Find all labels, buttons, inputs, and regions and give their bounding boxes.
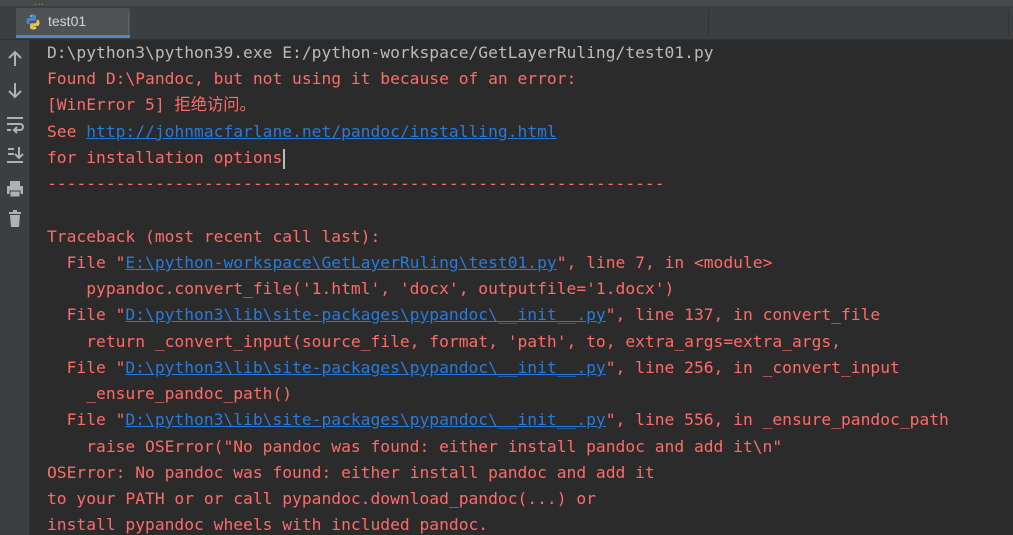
frame-prefix: File " (47, 358, 126, 377)
command-line: D:\python3\python39.exe E:/python-worksp… (47, 43, 714, 62)
print-icon[interactable] (4, 178, 26, 200)
winerror-line: [WinError 5] 拒绝访问。 (47, 95, 256, 114)
scroll-to-end-icon[interactable] (4, 144, 26, 166)
options-text: for installation options (47, 148, 283, 167)
frame-prefix: File " (47, 253, 126, 272)
tabbar-divider (708, 10, 709, 36)
editor-tab-bar: ... test01 (0, 0, 1013, 40)
frame-suffix: ", line 7, in <module> (556, 253, 773, 272)
traceback-header: Traceback (most recent call last): (47, 227, 381, 246)
tab-test01[interactable]: test01 (16, 8, 130, 38)
frame-suffix: ", line 556, in _ensure_pandoc_path (605, 410, 949, 429)
active-tab-indicator (16, 35, 130, 38)
traceback-code: _ensure_pandoc_path() (47, 384, 293, 403)
pandoc-found-error: Found D:\Pandoc, but not using it becaus… (47, 69, 577, 88)
tab-label: test01 (48, 13, 87, 29)
frame-prefix: File " (47, 305, 126, 324)
installation-options-line: for installation options (47, 145, 286, 171)
pandoc-install-link[interactable]: http://johnmacfarlane.net/pandoc/install… (86, 122, 557, 141)
traceback-code: raise OSError("No pandoc was found: eith… (47, 437, 783, 456)
tab-separator (128, 14, 129, 34)
oserror-line: OSError: No pandoc was found: either ins… (47, 463, 655, 482)
scroll-up-icon[interactable] (4, 48, 26, 70)
background-window-title: ... (34, 0, 45, 8)
tabbar-divider (1008, 10, 1009, 36)
clear-all-icon[interactable] (4, 208, 26, 230)
traceback-frame: File "D:\python3\lib\site-packages\pypan… (47, 355, 900, 381)
dash-separator: ----------------------------------------… (47, 174, 665, 193)
frame-suffix: ", line 137, in convert_file (605, 305, 881, 324)
frame-suffix: ", line 256, in _convert_input (605, 358, 900, 377)
oserror-line: to your PATH or or call pypandoc.downloa… (47, 489, 596, 508)
file-link[interactable]: E:\python-workspace\GetLayerRuling\test0… (125, 253, 556, 272)
run-toolbar (0, 40, 30, 535)
traceback-frame: File "D:\python3\lib\site-packages\pypan… (47, 407, 949, 433)
text-caret (283, 148, 286, 169)
see-line: See http://johnmacfarlane.net/pandoc/ins… (47, 119, 557, 145)
oserror-line: install pypandoc wheels with included pa… (47, 515, 489, 534)
python-icon (26, 14, 40, 30)
file-link[interactable]: D:\python3\lib\site-packages\pypandoc\__… (125, 305, 605, 324)
see-prefix: See (47, 122, 87, 141)
frame-prefix: File " (47, 410, 126, 429)
traceback-frame: File "D:\python3\lib\site-packages\pypan… (47, 302, 881, 328)
window-title-strip (0, 0, 1013, 6)
file-link[interactable]: D:\python3\lib\site-packages\pypandoc\__… (125, 358, 605, 377)
traceback-code: return _convert_input(source_file, forma… (47, 332, 841, 351)
traceback-frame: File "E:\python-workspace\GetLayerRuling… (47, 250, 773, 276)
run-console-output[interactable]: D:\python3\python39.exe E:/python-worksp… (31, 40, 1013, 535)
traceback-code: pypandoc.convert_file('1.html', 'docx', … (47, 279, 675, 298)
file-link[interactable]: D:\python3\lib\site-packages\pypandoc\__… (125, 410, 605, 429)
scroll-down-icon[interactable] (4, 79, 26, 101)
soft-wrap-icon[interactable] (4, 113, 26, 135)
